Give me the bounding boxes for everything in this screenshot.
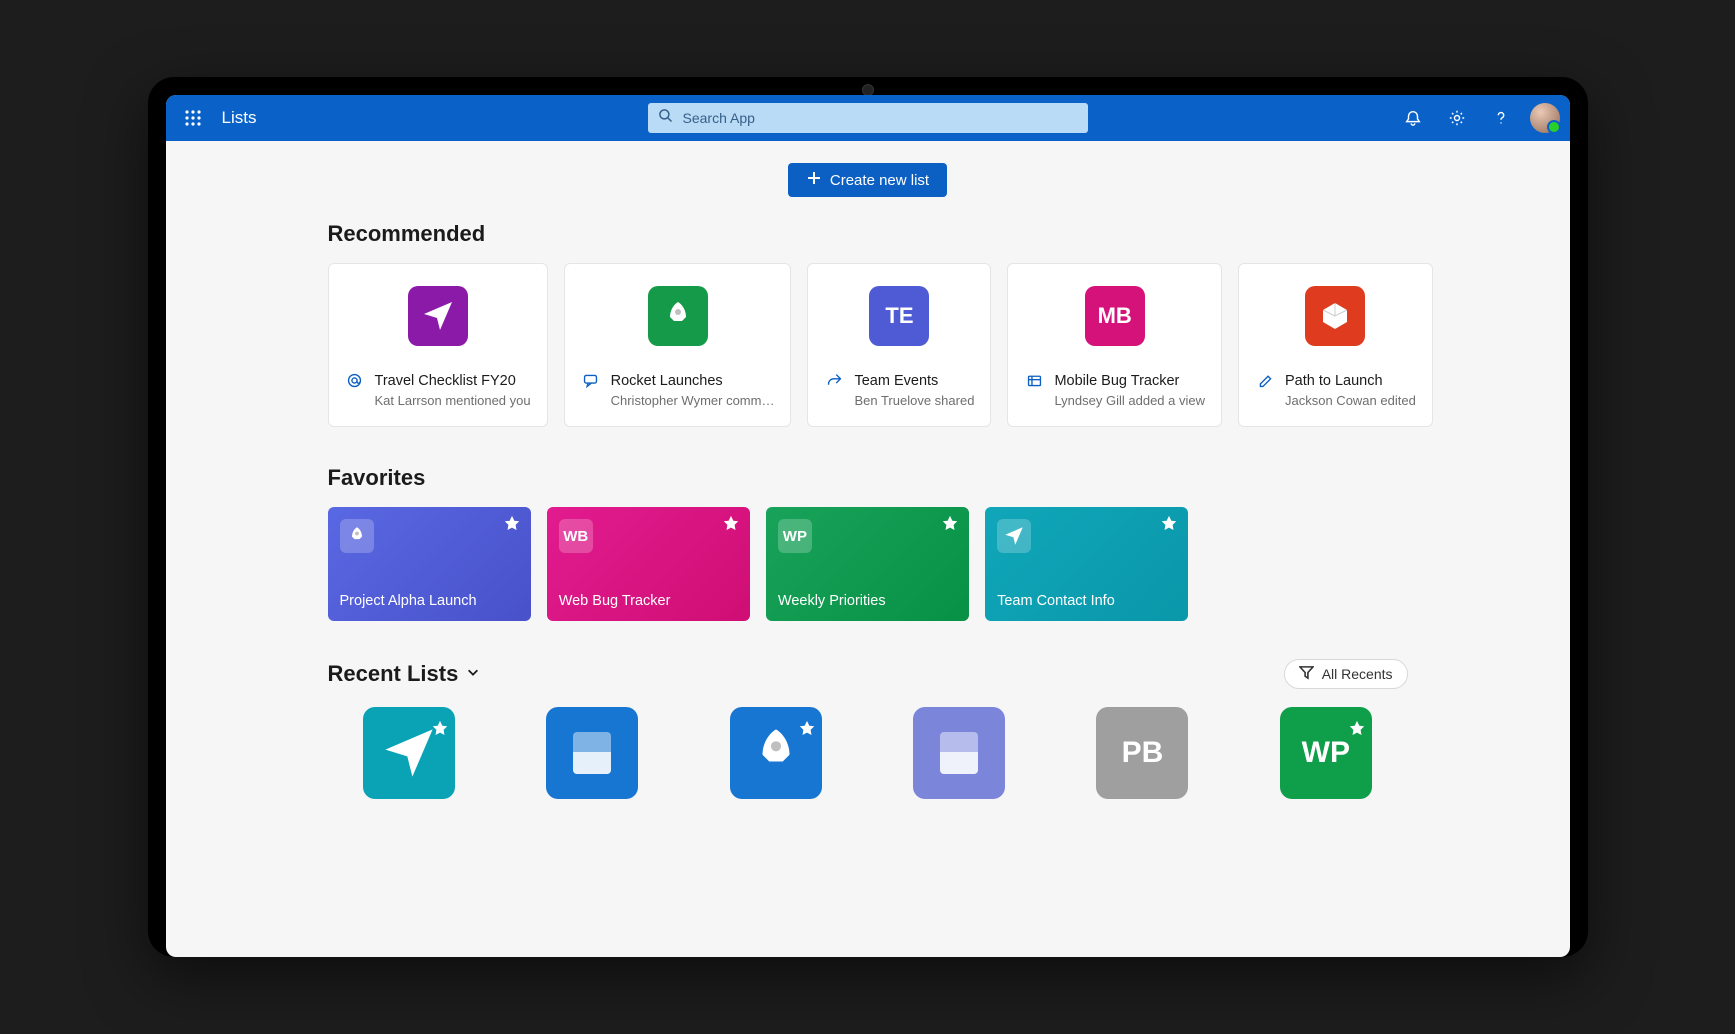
list-tile-icon: TE [869, 286, 929, 346]
list-tile-icon: MB [1085, 286, 1145, 346]
settings-button[interactable] [1438, 99, 1476, 137]
filter-icon [1299, 665, 1314, 683]
app-launcher-button[interactable] [176, 101, 210, 135]
favorite-card[interactable]: Project Alpha Launch [328, 507, 531, 621]
card-subtitle: Kat Larrson mentioned you [375, 393, 531, 408]
recent-item[interactable] [511, 707, 674, 799]
recommended-grid: Travel Checklist FY20 Kat Larrson mention… [328, 263, 1408, 427]
recent-header: Recent Lists All Recents [328, 659, 1408, 689]
section-title-recommended: Recommended [328, 221, 1408, 247]
help-button[interactable] [1482, 99, 1520, 137]
device-frame: Lists [148, 77, 1588, 957]
favorite-name: Web Bug Tracker [559, 593, 738, 609]
plus-icon [806, 170, 822, 190]
card-subtitle: Ben Truelove shared [854, 393, 974, 408]
favorite-star-icon[interactable] [941, 515, 959, 538]
recommended-card[interactable]: Path to Launch Jackson Cowan edited [1238, 263, 1433, 427]
favorite-star-icon [431, 712, 449, 746]
list-mini-icon [340, 519, 374, 553]
card-title: Rocket Launches [611, 372, 775, 390]
favorite-card[interactable]: WP Weekly Priorities [766, 507, 969, 621]
recommended-card[interactable]: MB Mobile Bug Tracker Lyndsey Gill added a… [1007, 263, 1222, 427]
recent-item[interactable] [694, 707, 857, 799]
activity-icon [824, 372, 844, 389]
account-avatar[interactable] [1530, 103, 1560, 133]
card-title: Team Events [854, 372, 974, 390]
section-title-favorites: Favorites [328, 465, 1408, 491]
recent-item[interactable]: WP [1244, 707, 1407, 799]
section-title-recent: Recent Lists [328, 661, 459, 687]
favorite-star-icon [1348, 712, 1366, 746]
recent-item[interactable] [877, 707, 1040, 799]
recent-tile-icon: WP [1280, 707, 1372, 799]
favorite-name: Project Alpha Launch [340, 593, 519, 609]
activity-icon [1255, 372, 1275, 389]
recommended-card[interactable]: Travel Checklist FY20 Kat Larrson mention… [328, 263, 548, 427]
notifications-button[interactable] [1394, 99, 1432, 137]
favorite-star-icon[interactable] [722, 515, 740, 538]
all-recents-filter-button[interactable]: All Recents [1284, 659, 1408, 689]
card-subtitle: Lyndsey Gill added a view [1054, 393, 1205, 408]
recent-tile-icon [363, 707, 455, 799]
recent-item[interactable] [328, 707, 491, 799]
filter-label: All Recents [1322, 666, 1393, 682]
activity-icon [581, 372, 601, 389]
suite-header: Lists [166, 95, 1570, 141]
recent-tile-icon [913, 707, 1005, 799]
create-new-list-button[interactable]: Create new list [788, 163, 947, 197]
page-body: Create new list Recommended Travel Check… [166, 141, 1570, 957]
list-mini-icon [997, 519, 1031, 553]
activity-icon [1024, 372, 1044, 389]
favorite-star-icon[interactable] [1160, 515, 1178, 538]
search-input[interactable] [681, 109, 1078, 127]
search-icon [658, 108, 673, 128]
list-tile-icon [1305, 286, 1365, 346]
recent-grid: PB WP [328, 707, 1408, 799]
list-tile-icon [408, 286, 468, 346]
screen: Lists [166, 95, 1570, 957]
list-mini-icon: WB [559, 519, 593, 553]
favorite-card[interactable]: WB Web Bug Tracker [547, 507, 750, 621]
favorite-name: Weekly Priorities [778, 593, 957, 609]
chevron-down-icon [466, 665, 480, 684]
recommended-card[interactable]: TE Team Events Ben Truelove shared [807, 263, 991, 427]
create-label: Create new list [830, 172, 929, 189]
recent-tile-icon [730, 707, 822, 799]
recent-item[interactable]: PB [1061, 707, 1224, 799]
recent-tile-icon: PB [1096, 707, 1188, 799]
favorite-star-icon [798, 712, 816, 746]
list-mini-icon: WP [778, 519, 812, 553]
card-title: Travel Checklist FY20 [375, 372, 531, 390]
favorite-name: Team Contact Info [997, 593, 1176, 609]
create-bar: Create new list [328, 163, 1408, 197]
recent-tile-icon [546, 707, 638, 799]
card-title: Path to Launch [1285, 372, 1416, 390]
favorites-grid: Project Alpha LaunchWBWeb Bug TrackerWPW… [328, 507, 1408, 621]
favorite-star-icon[interactable] [503, 515, 521, 538]
list-tile-icon [648, 286, 708, 346]
recent-lists-dropdown[interactable]: Recent Lists [328, 661, 481, 687]
header-actions [1394, 99, 1560, 137]
search-box[interactable] [648, 103, 1088, 133]
favorite-card[interactable]: Team Contact Info [985, 507, 1188, 621]
activity-icon [345, 372, 365, 389]
recommended-card[interactable]: Rocket Launches Christopher Wymer comm… [564, 263, 792, 427]
card-title: Mobile Bug Tracker [1054, 372, 1205, 390]
app-name: Lists [222, 108, 257, 128]
card-subtitle: Christopher Wymer comm… [611, 393, 775, 408]
card-subtitle: Jackson Cowan edited [1285, 393, 1416, 408]
